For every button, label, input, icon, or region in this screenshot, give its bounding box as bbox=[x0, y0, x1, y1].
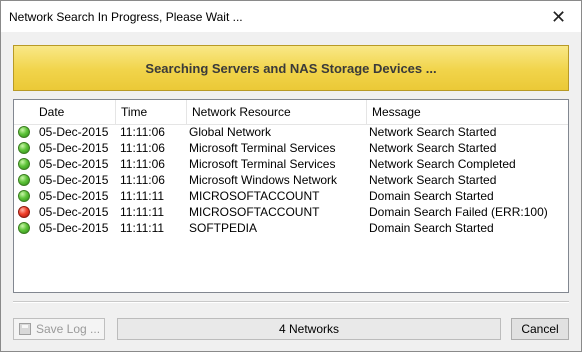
row-message: Network Search Started bbox=[369, 141, 497, 155]
status-ok-icon bbox=[18, 222, 30, 234]
row-date: 05-Dec-2015 bbox=[39, 205, 109, 219]
row-date: 05-Dec-2015 bbox=[39, 157, 109, 171]
footer-divider bbox=[13, 301, 569, 303]
row-message: Network Search Started bbox=[369, 173, 497, 187]
table-row[interactable]: 05-Dec-2015 11:11:06 Microsoft Windows N… bbox=[14, 172, 568, 188]
status-field: 4 Networks bbox=[117, 318, 501, 340]
status-ok-icon bbox=[18, 190, 30, 202]
table-row[interactable]: 05-Dec-2015 11:11:11 MICROSOFTACCOUNT Do… bbox=[14, 188, 568, 204]
row-resource: MICROSOFTACCOUNT bbox=[189, 189, 320, 203]
table-row[interactable]: 05-Dec-2015 11:11:06 Microsoft Terminal … bbox=[14, 156, 568, 172]
row-resource: MICROSOFTACCOUNT bbox=[189, 205, 320, 219]
window-title: Network Search In Progress, Please Wait … bbox=[9, 10, 243, 24]
column-header-date[interactable]: Date bbox=[34, 100, 116, 124]
column-header-time[interactable]: Time bbox=[116, 100, 187, 124]
save-log-label: Save Log ... bbox=[36, 322, 101, 336]
row-time: 11:11:11 bbox=[120, 189, 165, 203]
row-date: 05-Dec-2015 bbox=[39, 141, 109, 155]
status-text: 4 Networks bbox=[278, 322, 340, 336]
status-ok-icon bbox=[18, 174, 30, 186]
list-header: Date Time Network Resource Message bbox=[14, 100, 568, 125]
cancel-button[interactable]: Cancel bbox=[511, 318, 569, 340]
dialog-window: Network Search In Progress, Please Wait … bbox=[0, 0, 582, 352]
row-time: 11:11:11 bbox=[120, 221, 165, 235]
row-resource: Microsoft Terminal Services bbox=[189, 157, 336, 171]
row-date: 05-Dec-2015 bbox=[39, 125, 109, 139]
row-message: Network Search Completed bbox=[369, 157, 516, 171]
column-header-message[interactable]: Message bbox=[367, 100, 568, 124]
row-resource: Global Network bbox=[189, 125, 272, 139]
column-header-resource[interactable]: Network Resource bbox=[187, 100, 367, 124]
status-ok-icon bbox=[18, 158, 30, 170]
table-row[interactable]: 05-Dec-2015 11:11:06 Global Network Netw… bbox=[14, 124, 568, 140]
table-row[interactable]: 05-Dec-2015 11:11:11 MICROSOFTACCOUNT Do… bbox=[14, 204, 568, 220]
status-ok-icon bbox=[18, 126, 30, 138]
save-log-button[interactable]: Save Log ... bbox=[13, 318, 105, 340]
close-icon[interactable]: ✕ bbox=[536, 1, 581, 32]
progress-banner: Searching Servers and NAS Storage Device… bbox=[13, 45, 569, 91]
row-date: 05-Dec-2015 bbox=[39, 221, 109, 235]
search-log-list[interactable]: Date Time Network Resource Message 05-De… bbox=[13, 99, 569, 293]
floppy-disk-icon bbox=[19, 323, 31, 335]
table-row[interactable]: 05-Dec-2015 11:11:11 SOFTPEDIA Domain Se… bbox=[14, 220, 568, 236]
row-message: Domain Search Started bbox=[369, 221, 494, 235]
table-row[interactable]: 05-Dec-2015 11:11:06 Microsoft Terminal … bbox=[14, 140, 568, 156]
row-message: Network Search Started bbox=[369, 125, 497, 139]
row-time: 11:11:06 bbox=[120, 141, 165, 155]
row-message: Domain Search Started bbox=[369, 189, 494, 203]
row-time: 11:11:06 bbox=[120, 125, 165, 139]
row-resource: Microsoft Terminal Services bbox=[189, 141, 336, 155]
row-time: 11:11:06 bbox=[120, 157, 165, 171]
row-time: 11:11:06 bbox=[120, 173, 165, 187]
row-date: 05-Dec-2015 bbox=[39, 173, 109, 187]
row-date: 05-Dec-2015 bbox=[39, 189, 109, 203]
banner-text: Searching Servers and NAS Storage Device… bbox=[145, 60, 437, 76]
row-message: Domain Search Failed (ERR:100) bbox=[369, 205, 548, 219]
row-resource: Microsoft Windows Network bbox=[189, 173, 338, 187]
cancel-label: Cancel bbox=[521, 322, 559, 336]
title-bar: Network Search In Progress, Please Wait … bbox=[1, 1, 581, 32]
status-error-icon bbox=[18, 206, 30, 218]
row-resource: SOFTPEDIA bbox=[189, 221, 258, 235]
row-time: 11:11:11 bbox=[120, 205, 165, 219]
status-ok-icon bbox=[18, 142, 30, 154]
